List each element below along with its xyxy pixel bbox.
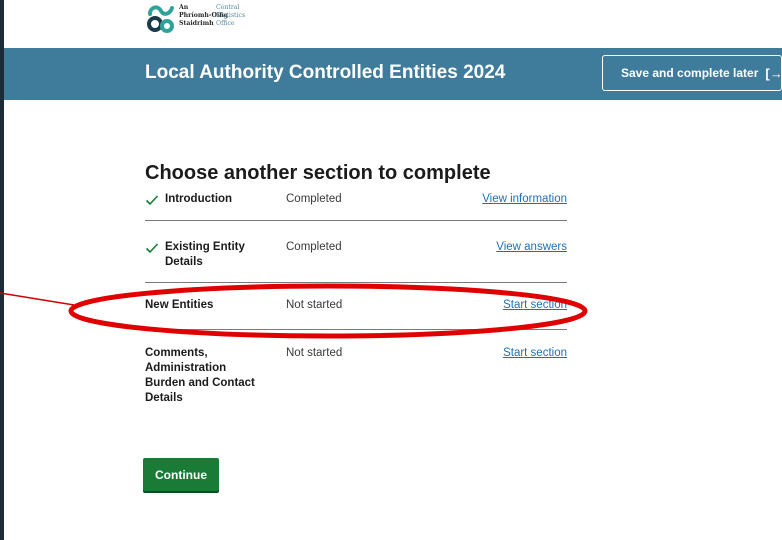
- section-name: Existing Entity Details: [165, 241, 245, 268]
- continue-button[interactable]: Continue: [143, 458, 219, 491]
- header-bar: Local Authority Controlled Entities 2024…: [4, 48, 782, 100]
- save-and-complete-later-label: Save and complete later: [621, 66, 759, 80]
- logo-english-line-1: Central: [216, 4, 240, 11]
- logo-english-text: Central Statistics Office: [216, 4, 266, 28]
- section-name: Introduction: [165, 193, 233, 205]
- checkmark-icon: [145, 243, 159, 254]
- section-status: Not started: [286, 347, 343, 359]
- section-divider: [145, 282, 567, 283]
- view-information-link[interactable]: View information: [482, 192, 567, 207]
- start-section-link-comments[interactable]: Start section: [503, 346, 567, 361]
- logo-english-line-3: Office: [216, 20, 235, 27]
- annotation-pointer-line: [0, 292, 75, 306]
- exit-icon: [→: [765, 65, 782, 81]
- cso-logo-mark-icon: [147, 5, 174, 33]
- section-name: New Entities: [145, 299, 214, 311]
- section-name: Comments, Administration Burden and Cont…: [145, 347, 255, 404]
- section-status: Completed: [286, 241, 342, 253]
- logo-english-line-2: Statistics: [216, 12, 246, 19]
- view-answers-link[interactable]: View answers: [496, 240, 567, 255]
- section-divider: [145, 220, 567, 221]
- section-status: Not started: [286, 299, 343, 311]
- start-section-link-new-entities[interactable]: Start section: [503, 298, 567, 313]
- section-status: Completed: [286, 193, 342, 205]
- section-divider: [145, 329, 567, 330]
- save-and-complete-later-button[interactable]: Save and complete later [→: [602, 55, 782, 91]
- survey-title: Local Authority Controlled Entities 2024: [145, 62, 506, 83]
- page-heading: Choose another section to complete: [145, 162, 491, 184]
- checkmark-icon: [145, 195, 159, 206]
